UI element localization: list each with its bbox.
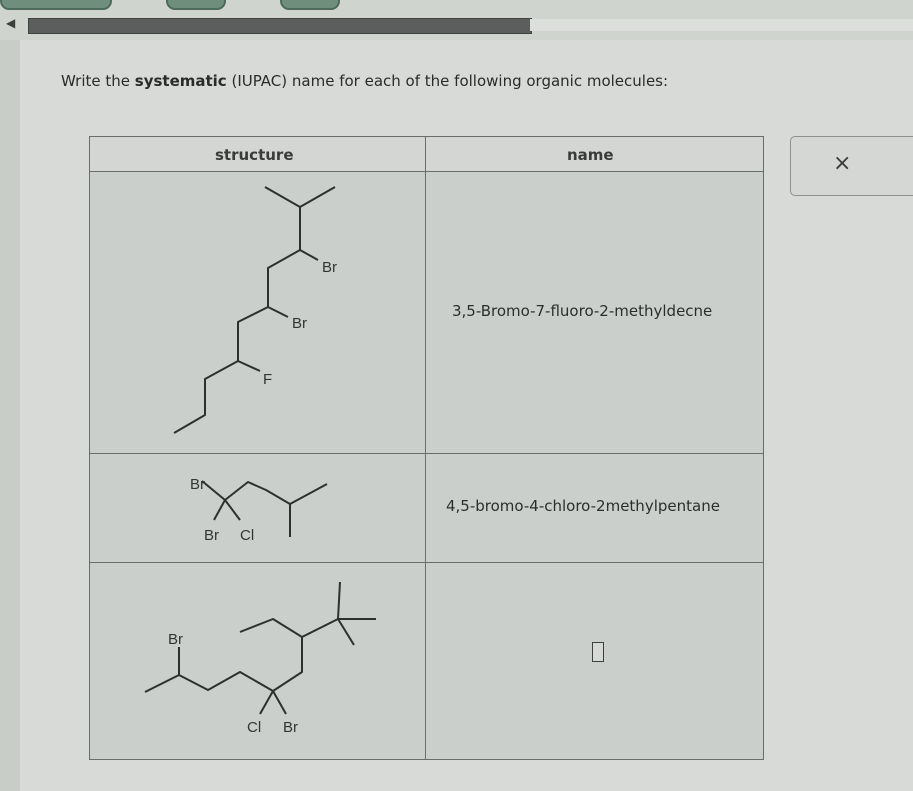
nav-pill-2[interactable] [166, 0, 226, 10]
nav-pill-3[interactable] [280, 0, 340, 10]
back-arrow-icon[interactable]: ◀ [6, 16, 15, 30]
atom-label: Cl [247, 719, 261, 736]
molecule-3-skeleton [144, 581, 376, 715]
name-answer-2[interactable]: 4,5-bromo-4-chloro-2methylpentane [446, 497, 720, 515]
top-bar: ◀ [0, 0, 913, 40]
column-divider [425, 137, 426, 759]
atom-label: Br [204, 527, 219, 544]
molecule-table: structure name 3,5-Bromo-7-fluoro-2-meth… [89, 136, 764, 760]
name-answer-1[interactable]: 3,5-Bromo-7-fluoro-2-methyldecne [452, 302, 712, 320]
question-prompt: Write the systematic (IUPAC) name for ea… [61, 72, 669, 90]
close-button[interactable]: × [790, 136, 913, 196]
atom-label: F [263, 371, 272, 388]
atom-label: Br [168, 631, 183, 648]
atom-label: Cl [240, 527, 254, 544]
molecule-1-skeleton [173, 186, 336, 434]
name-header: name [426, 137, 763, 172]
answer-input-box[interactable] [592, 642, 604, 662]
atom-label: Br [322, 259, 337, 276]
molecule-2-skeleton [201, 480, 328, 537]
progress-bar [28, 18, 532, 34]
atom-label: Br [292, 315, 307, 332]
close-icon: × [833, 151, 852, 176]
nav-pill-1[interactable] [0, 0, 112, 10]
atom-label: Br [283, 719, 298, 736]
atom-label: Br [190, 476, 205, 493]
structures-canvas: Br Br F Br Br Cl Br Cl Br [144, 186, 376, 736]
progress-remaining [530, 19, 913, 31]
